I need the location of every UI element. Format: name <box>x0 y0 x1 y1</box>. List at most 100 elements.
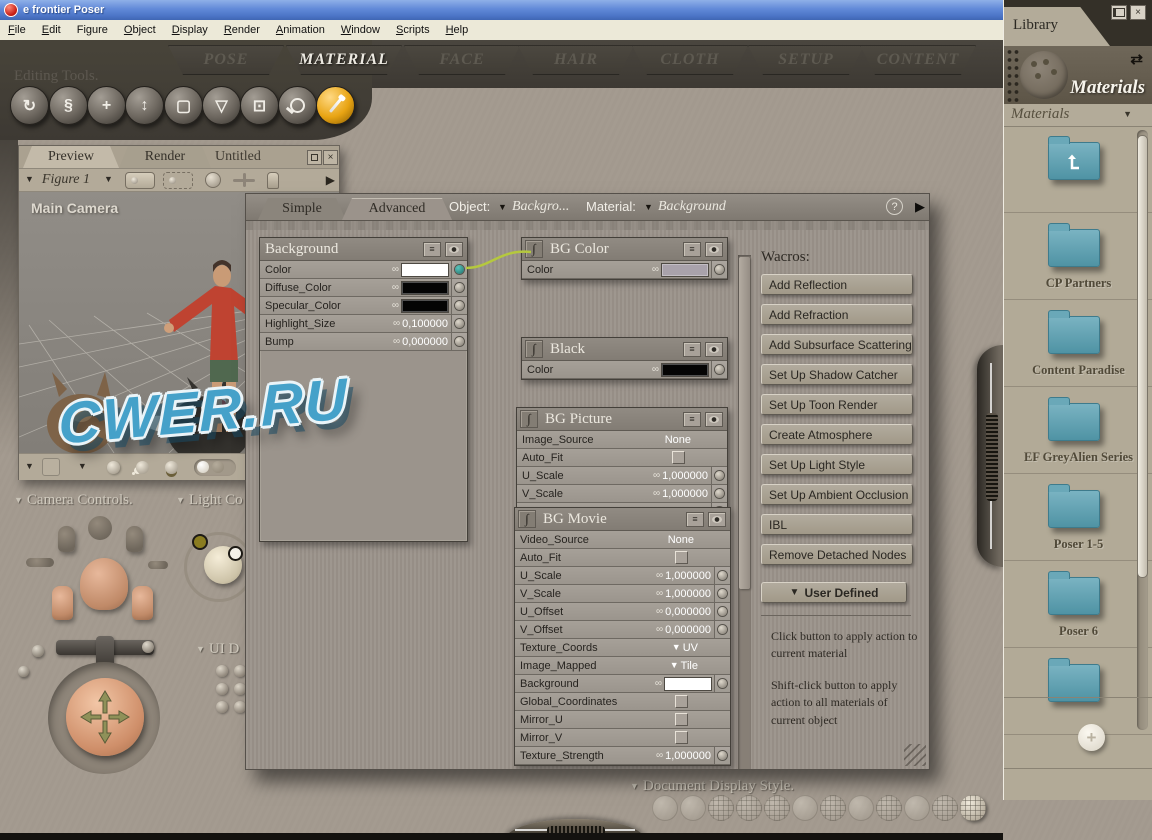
node-title-bar[interactable]: ∫BG Movie≡ <box>515 508 730 531</box>
wacro-button-add-subsurface-scattering[interactable]: Add Subsurface Scattering <box>761 334 913 355</box>
node-black[interactable]: ∫Black≡Color∞ <box>521 337 728 380</box>
animation-cell[interactable] <box>714 585 730 602</box>
library-selector-row[interactable]: Materials ▼ <box>1004 104 1152 127</box>
header-next-arrow-icon[interactable]: ▶ <box>915 199 925 215</box>
wacro-button-set-up-light-style[interactable]: Set Up Light Style <box>761 454 913 475</box>
tab-render[interactable]: Render <box>119 146 211 168</box>
menu-render[interactable]: Render <box>216 21 268 40</box>
camera-select-icon[interactable] <box>163 172 193 189</box>
translate-pull-tool[interactable]: + <box>87 86 126 125</box>
param-value[interactable]: 0,100000 <box>402 318 448 330</box>
anim-dial-icon[interactable] <box>718 589 727 598</box>
ui-dot[interactable] <box>216 701 228 713</box>
wacro-button-add-reflection[interactable]: Add Reflection <box>761 274 913 295</box>
node-preview-eye-icon[interactable] <box>445 242 463 257</box>
room-tab-face[interactable]: FACE <box>404 45 520 75</box>
node-preview-eye-icon[interactable] <box>705 242 723 257</box>
node-bg-picture[interactable]: ∫BG Picture≡Image_SourceNoneAuto_FitU_Sc… <box>516 407 728 509</box>
taper-tool[interactable]: ▽ <box>202 86 241 125</box>
anim-dial-icon[interactable] <box>715 365 724 374</box>
animation-cell[interactable] <box>714 675 730 692</box>
anim-dial-icon[interactable] <box>718 607 727 616</box>
folder-icon[interactable] <box>1048 490 1100 528</box>
color-swatch[interactable] <box>401 263 449 277</box>
param-value[interactable]: 1,000000 <box>665 570 711 582</box>
animation-cell[interactable] <box>714 603 730 620</box>
room-tab-pose[interactable]: POSE <box>168 45 284 75</box>
library-drawer-handle[interactable] <box>977 345 1003 567</box>
color-swatch[interactable] <box>661 263 709 277</box>
anim-dial-icon[interactable] <box>455 283 464 292</box>
plug-icon[interactable]: ∞ <box>653 470 659 481</box>
figure-dropdown-icon[interactable]: ▼ <box>25 174 34 184</box>
color-swatch[interactable] <box>401 281 449 295</box>
plug-icon[interactable]: ∞ <box>392 300 398 311</box>
menu-window[interactable]: Window <box>333 21 388 40</box>
camera-sphere-icon[interactable] <box>142 641 154 653</box>
library-item-content-paradise[interactable]: Content Paradise <box>1004 300 1152 387</box>
camera-sphere-icon[interactable] <box>18 666 29 677</box>
footer-dropdown-icon[interactable]: ▼ <box>25 461 34 471</box>
camera-hand-left-control[interactable] <box>52 586 73 620</box>
node-menu-icon[interactable]: ≡ <box>683 412 701 427</box>
folder-icon[interactable] <box>1048 229 1100 267</box>
plug-icon[interactable]: ∞ <box>656 750 662 761</box>
camera-hand-left-ghost-icon[interactable] <box>58 526 75 552</box>
param-value[interactable]: 0,000000 <box>665 606 711 618</box>
ui-dot[interactable] <box>216 665 228 677</box>
folder-icon[interactable] <box>1048 316 1100 354</box>
library-scrollbar[interactable] <box>1137 130 1148 730</box>
library-item-ef-greyalien-series[interactable]: EF GreyAlien Series <box>1004 387 1152 474</box>
folder-icon[interactable] <box>1048 577 1100 615</box>
plug-icon[interactable]: ∞ <box>652 364 658 375</box>
chain-break-tool[interactable]: ⊡ <box>240 86 279 125</box>
full-screen-icon[interactable] <box>307 150 322 165</box>
rotate-tool[interactable]: ↻ <box>10 86 49 125</box>
window-resize-grip[interactable] <box>904 744 926 766</box>
toggle-off-icon[interactable] <box>212 461 224 473</box>
tab-preview[interactable]: Preview <box>23 146 119 168</box>
param-value[interactable]: 1,000000 <box>662 488 708 500</box>
anim-dial-icon[interactable] <box>715 471 724 480</box>
camera-face-control[interactable] <box>80 558 128 610</box>
depth-cue-icon[interactable] <box>42 458 60 476</box>
library-item[interactable] <box>1004 126 1152 213</box>
param-checkbox[interactable] <box>675 695 688 708</box>
room-tab-cloth[interactable]: CLOTH <box>632 45 748 75</box>
light-controls-label[interactable]: ▼Light Co <box>176 492 243 509</box>
param-select-value[interactable]: None <box>665 434 691 446</box>
node-menu-icon[interactable]: ≡ <box>423 242 441 257</box>
plug-icon[interactable]: ∞ <box>655 678 661 689</box>
animation-cell[interactable] <box>451 261 467 278</box>
display-style-outline[interactable] <box>680 795 706 821</box>
node-bg-color[interactable]: ∫BG Color≡Color∞ <box>521 237 728 280</box>
node-menu-icon[interactable]: ≡ <box>683 342 701 357</box>
connected-output-icon[interactable] <box>455 265 464 274</box>
display-style-texture-shaded[interactable] <box>960 795 986 821</box>
animation-cell[interactable] <box>711 467 727 484</box>
library-item-poser-6[interactable]: Poser 6 <box>1004 561 1152 648</box>
tab-advanced[interactable]: Advanced <box>342 198 452 220</box>
param-select-value[interactable]: None <box>668 534 694 546</box>
close-preview-icon[interactable]: × <box>323 150 338 165</box>
plug-icon[interactable]: ∞ <box>392 282 398 293</box>
library-item[interactable] <box>1004 648 1152 735</box>
library-item-poser-1-5[interactable]: Poser 1-5 <box>1004 474 1152 561</box>
anim-dial-icon[interactable] <box>455 337 464 346</box>
camera-head-ghost-icon[interactable] <box>88 516 112 540</box>
display-style-smooth-lined[interactable] <box>932 795 958 821</box>
display-style-flat-lined[interactable] <box>820 795 846 821</box>
menu-display[interactable]: Display <box>164 21 216 40</box>
menu-help[interactable]: Help <box>438 21 477 40</box>
object-value[interactable]: Backgro... <box>512 199 569 215</box>
param-dropdown[interactable]: ▼Tile <box>670 660 698 672</box>
color-tool[interactable] <box>316 86 355 125</box>
scale-tool[interactable]: ▢ <box>164 86 203 125</box>
tracking-sphere-icon[interactable] <box>107 461 120 474</box>
plug-icon[interactable]: ∞ <box>653 488 659 499</box>
library-scrollbar-thumb[interactable] <box>1137 135 1148 578</box>
display-style-smooth-shaded[interactable] <box>904 795 930 821</box>
light-handle-icon[interactable] <box>192 534 208 550</box>
tab-simple[interactable]: Simple <box>258 198 346 220</box>
menu-file[interactable]: File <box>0 21 34 40</box>
